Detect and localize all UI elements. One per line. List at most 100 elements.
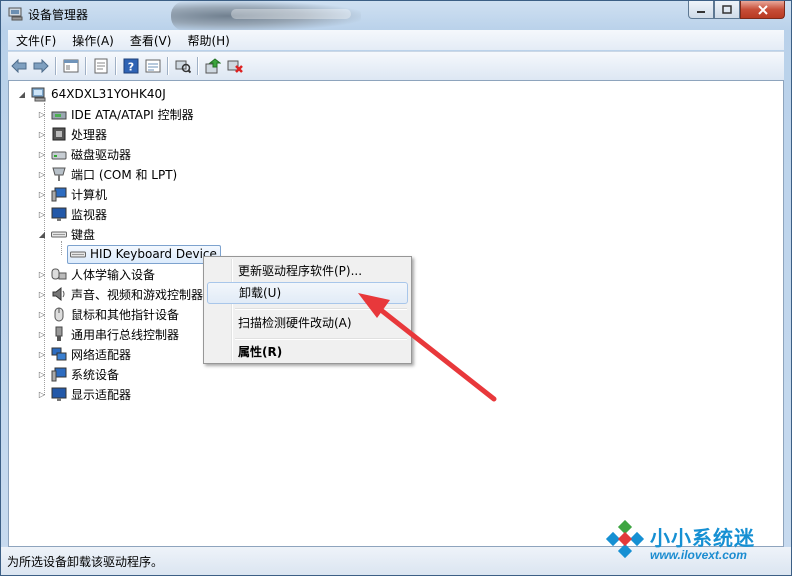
menu-action[interactable]: 操作(A) — [64, 30, 122, 50]
display-adapter-icon — [51, 386, 67, 402]
collapse-icon[interactable]: ◢ — [17, 89, 27, 99]
network-icon — [51, 346, 67, 362]
properties-button[interactable] — [90, 55, 112, 77]
expand-icon[interactable]: ▷ — [37, 109, 47, 119]
menu-view[interactable]: 查看(V) — [122, 30, 180, 50]
scan-hardware-icon — [175, 60, 191, 74]
context-menu: 更新驱动程序软件(P)... 卸载(U) 扫描检测硬件改动(A) 属性(R) — [203, 256, 412, 364]
back-button[interactable] — [8, 55, 30, 77]
minimize-button[interactable] — [688, 1, 714, 19]
tree-item-label: 系统设备 — [71, 367, 120, 382]
forward-button[interactable] — [30, 55, 52, 77]
expand-icon[interactable]: ▷ — [37, 289, 47, 299]
toolbar-separator — [115, 57, 117, 75]
close-icon — [757, 4, 768, 15]
view-button[interactable] — [142, 55, 164, 77]
expand-icon[interactable]: ▷ — [37, 209, 47, 219]
watermark-logo-icon — [605, 520, 645, 559]
expand-icon[interactable]: ▷ — [37, 169, 47, 179]
console-tree-button[interactable] — [60, 55, 82, 77]
toolbar-separator — [197, 57, 199, 75]
speaker-icon — [51, 286, 67, 302]
title-bar[interactable]: 设备管理器 — [1, 1, 791, 31]
toolbar-separator — [167, 57, 169, 75]
update-driver-icon — [205, 58, 221, 74]
computer-icon — [31, 86, 47, 102]
tree-item-label: 处理器 — [71, 127, 108, 142]
tree-item-label: 通用串行总线控制器 — [71, 327, 180, 342]
properties-menu-item[interactable]: 属性(R) — [207, 341, 408, 363]
maximize-button[interactable] — [714, 1, 740, 19]
expand-icon[interactable]: ▷ — [37, 349, 47, 359]
mouse-icon — [51, 306, 67, 322]
tree-item-system[interactable]: ▷ 系统设备 — [37, 365, 119, 383]
tree-item-monitor[interactable]: ▷ 监视器 — [37, 205, 107, 223]
tree-item-label: 人体学输入设备 — [71, 267, 156, 282]
processor-icon — [51, 126, 67, 142]
hid-icon — [51, 266, 67, 282]
tree-item-label: 监视器 — [71, 207, 108, 222]
tree-item-keyboard[interactable]: ◢ 键盘 — [37, 225, 95, 243]
scan-hardware-button[interactable] — [172, 55, 194, 77]
keyboard-icon — [70, 246, 86, 262]
expand-icon[interactable]: ▷ — [37, 269, 47, 279]
tree-item-mouse[interactable]: ▷ 鼠标和其他指针设备 — [37, 305, 179, 323]
computer-icon — [51, 186, 67, 202]
tree-item-port[interactable]: ▷ 端口 (COM 和 LPT) — [37, 165, 177, 183]
menu-help[interactable]: 帮助(H) — [179, 30, 237, 50]
tree-item-computer[interactable]: ▷ 计算机 — [37, 185, 107, 203]
tree-item-disk[interactable]: ▷ 磁盘驱动器 — [37, 145, 131, 163]
tree-item-hid-keyboard[interactable]: HID Keyboard Device — [67, 244, 221, 264]
tree-item-processor[interactable]: ▷ 处理器 — [37, 125, 107, 143]
tree-item-network[interactable]: ▷ 网络适配器 — [37, 345, 131, 363]
tree-item-label: HID Keyboard Device — [90, 247, 217, 261]
maximize-icon — [722, 5, 732, 14]
menu-file[interactable]: 文件(F) — [8, 30, 64, 50]
status-text: 为所选设备卸载该驱动程序。 — [7, 555, 164, 569]
scan-hardware-menu-item[interactable]: 扫描检测硬件改动(A) — [207, 312, 408, 334]
tree-item-usb[interactable]: ▷ 通用串行总线控制器 — [37, 325, 179, 343]
port-icon — [51, 166, 67, 182]
tree-item-sound[interactable]: ▷ 声音、视频和游戏控制器 — [37, 285, 203, 303]
blurred-text — [231, 9, 351, 19]
collapse-icon[interactable]: ◢ — [37, 229, 47, 239]
forward-icon — [33, 59, 49, 73]
system-device-icon — [51, 366, 67, 382]
svg-text:?: ? — [128, 61, 134, 74]
properties-icon — [94, 58, 108, 74]
expand-icon[interactable]: ▷ — [37, 389, 47, 399]
update-driver-button[interactable] — [202, 55, 224, 77]
tree-item-ide[interactable]: ▷ IDE ATA/ATAPI 控制器 — [37, 105, 194, 123]
watermark-title: 小小系统迷 — [650, 526, 755, 550]
toolbar-separator — [55, 57, 57, 75]
expand-icon[interactable]: ▷ — [37, 369, 47, 379]
tree-item-hid[interactable]: ▷ 人体学输入设备 — [37, 265, 155, 283]
uninstall-menu-item[interactable]: 卸载(U) — [207, 282, 408, 304]
tree-item-label: 网络适配器 — [71, 347, 132, 362]
tree-root[interactable]: ◢ 64XDXL31YOHK40J — [17, 85, 166, 103]
uninstall-icon — [227, 60, 243, 73]
expand-icon[interactable]: ▷ — [37, 149, 47, 159]
keyboard-icon — [51, 226, 67, 242]
tree-item-display[interactable]: ▷ 显示适配器 — [37, 385, 131, 403]
help-button[interactable]: ? — [120, 55, 142, 77]
ide-controller-icon — [51, 106, 67, 122]
tree-item-label: IDE ATA/ATAPI 控制器 — [71, 107, 194, 122]
watermark-url: www.ilovext.com — [650, 548, 747, 562]
expand-icon[interactable]: ▷ — [37, 309, 47, 319]
close-button[interactable] — [740, 1, 785, 19]
toolbar-separator — [85, 57, 87, 75]
minimize-icon — [697, 10, 705, 13]
tree-item-label: 显示适配器 — [71, 387, 132, 402]
tree-root-label: 64XDXL31YOHK40J — [51, 87, 166, 101]
disk-drive-icon — [51, 146, 67, 162]
expand-icon[interactable]: ▷ — [37, 329, 47, 339]
menu-separator — [235, 308, 407, 310]
tree-item-label: 鼠标和其他指针设备 — [71, 307, 180, 322]
monitor-icon — [51, 206, 67, 222]
uninstall-button[interactable] — [224, 55, 246, 77]
expand-icon[interactable]: ▷ — [37, 129, 47, 139]
tree-item-label: 磁盘驱动器 — [71, 147, 132, 162]
update-driver-menu-item[interactable]: 更新驱动程序软件(P)... — [207, 260, 408, 282]
expand-icon[interactable]: ▷ — [37, 189, 47, 199]
